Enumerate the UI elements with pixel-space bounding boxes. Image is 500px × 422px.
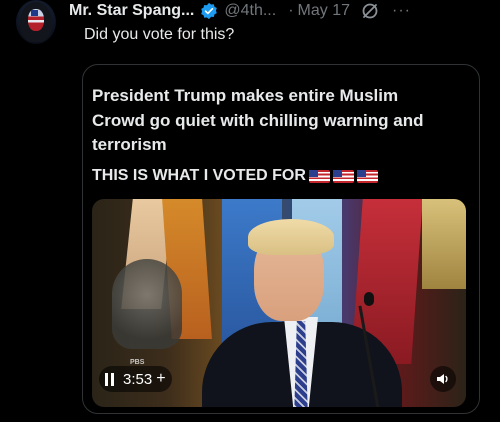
tweet-text: Did you vote for this? (84, 26, 235, 43)
video-controls[interactable]: 3:53 + (99, 366, 172, 392)
quoted-post-subtitle-text: THIS IS WHAT I VOTED FOR (92, 167, 306, 184)
avatar[interactable] (16, 0, 56, 44)
separator-dot: · (288, 2, 294, 19)
speaker-hair (248, 219, 334, 255)
video-duration: 3:53 (123, 370, 153, 388)
background-emblem (112, 259, 182, 349)
microphone (364, 292, 374, 306)
video-plus: + (156, 370, 166, 387)
author-name[interactable]: Mr. Star Spang... (69, 2, 194, 20)
speaker-icon (437, 374, 448, 384)
sound-button[interactable] (430, 366, 456, 392)
pause-icon[interactable] (105, 372, 115, 386)
speaker-figure (192, 217, 412, 407)
avatar-star (31, 10, 38, 16)
us-flag-emoji-icon (332, 169, 354, 183)
post-date[interactable]: May 17 (298, 2, 350, 20)
us-flag-emoji-icon (308, 169, 330, 183)
tweet-header: Mr. Star Spang... @4th... · May 17 ··· (69, 0, 488, 22)
us-flag-emoji-icon (356, 169, 378, 183)
quoted-post-text: President Trump makes entire Muslim Crow… (92, 86, 424, 154)
quoted-post[interactable]: President Trump makes entire Muslim Crow… (82, 64, 480, 414)
background-flag (422, 199, 466, 289)
author-handle[interactable]: @4th... (224, 2, 276, 20)
pbs-watermark: PBS (130, 359, 145, 366)
grok-icon[interactable] (360, 1, 380, 21)
video-player[interactable]: PBS 3:53 + (92, 199, 466, 407)
more-options-icon[interactable]: ··· (392, 2, 411, 20)
quoted-post-subtitle: THIS IS WHAT I VOTED FOR (92, 167, 378, 185)
verified-badge-icon (201, 2, 218, 20)
